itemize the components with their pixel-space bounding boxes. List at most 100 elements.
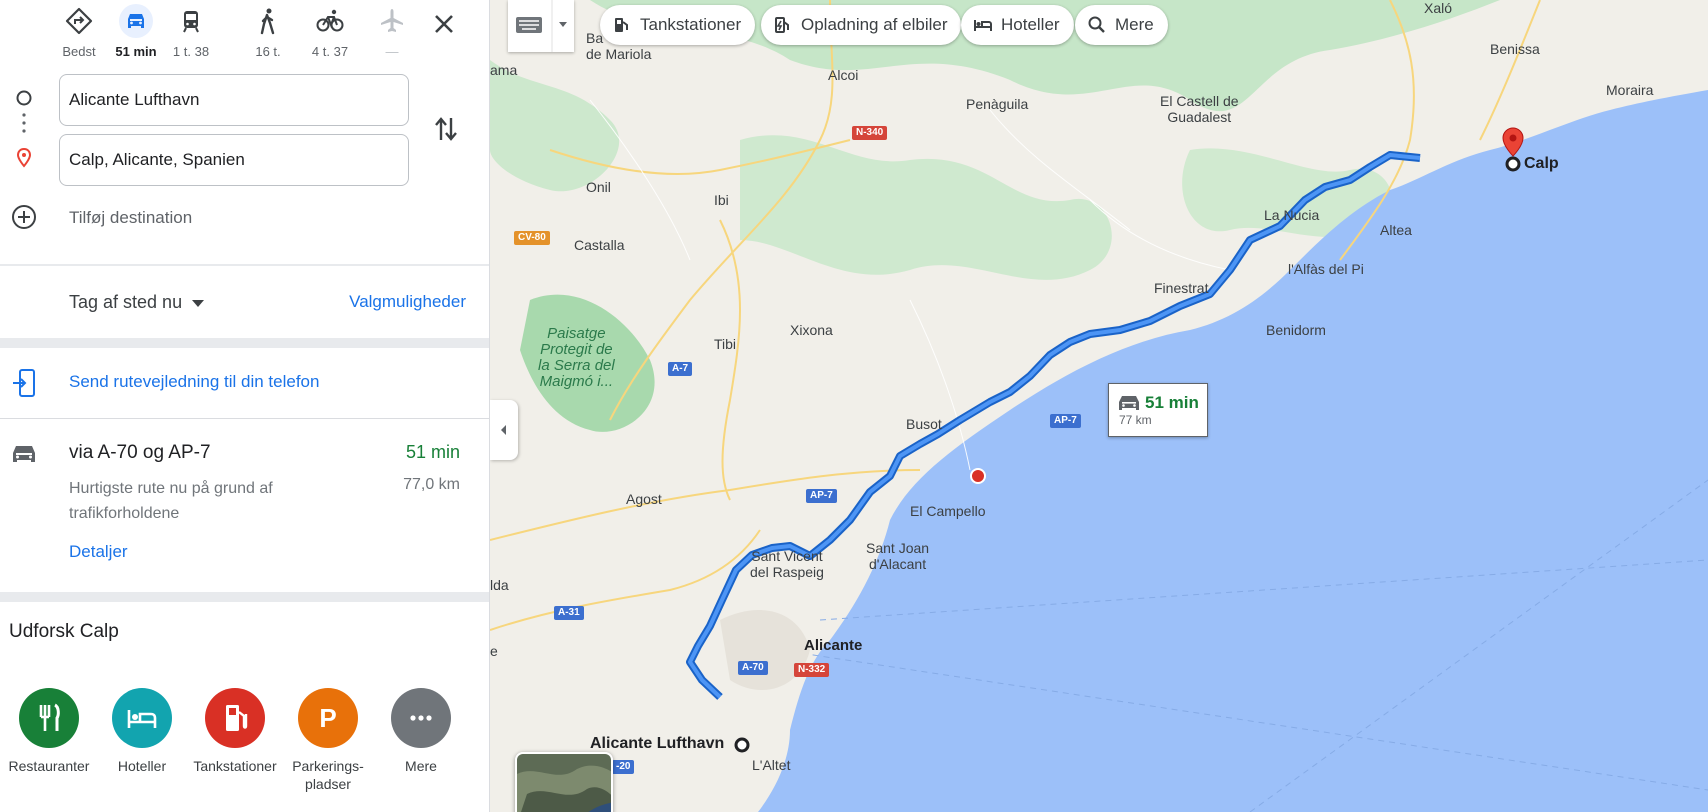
route-dots-icon (12, 110, 36, 136)
hotel-icon (112, 688, 172, 748)
bike-icon (313, 4, 347, 38)
depart-time-dropdown[interactable]: Tag af sted nu (69, 292, 205, 313)
directions-icon (62, 4, 96, 38)
mode-label: 4 t. 37 (311, 44, 349, 59)
map-label-onil: Onil (586, 179, 611, 195)
walk-icon (251, 4, 285, 38)
mode-label: 51 min (115, 44, 157, 59)
map-label-edge-1: ama (490, 62, 518, 78)
explore-restaurants-button[interactable]: Restauranter (3, 688, 95, 775)
close-directions-button[interactable] (428, 8, 460, 40)
add-circle-icon (12, 205, 36, 229)
add-destination-button[interactable]: Tilføj destination (10, 202, 310, 232)
explore-more-button[interactable]: Mere (375, 688, 467, 775)
chevron-left-icon (501, 425, 506, 435)
explore-hotels-button[interactable]: Hoteller (96, 688, 188, 775)
hotel-icon (974, 20, 992, 31)
map-label-sant-vicent: Sant Vicent del Raspeig (750, 548, 824, 580)
maps-app: Bedst 51 min 1 t. 38 16 t. 4 t. 37 — Ali… (0, 0, 1708, 812)
map-label-finestrat: Finestrat (1154, 280, 1209, 296)
map-label-airport: Alicante Lufthavn (590, 735, 725, 752)
map-label-castell: El Castell de Guadalest (1160, 93, 1239, 125)
explore-title: Udforsk Calp (9, 621, 119, 642)
send-to-phone-icon (13, 369, 35, 397)
category-label: Tankstationer (193, 758, 277, 774)
train-icon (174, 4, 208, 38)
send-to-phone-button[interactable]: Send rutevejledning til din telefon (0, 350, 489, 416)
gas-station-icon (615, 18, 628, 32)
map-label-agost: Agost (626, 491, 662, 507)
route-eta-callout[interactable]: 51 min 77 km (1108, 383, 1208, 437)
mode-car[interactable]: 51 min (105, 4, 167, 59)
mode-best[interactable]: Bedst (48, 4, 110, 59)
road-badge-a20: -20 (612, 760, 635, 774)
section-divider (0, 418, 489, 419)
road-badge-cv80: CV-80 (514, 231, 550, 245)
origin-input[interactable]: Alicante Lufthavn (59, 74, 409, 126)
parking-icon: P (298, 688, 358, 748)
mode-transit[interactable]: 1 t. 38 (160, 4, 222, 59)
chip-gas-stations[interactable]: Tankstationer (600, 5, 756, 45)
chip-label: Opladning af elbiler (801, 15, 948, 34)
chip-hotels[interactable]: Hoteller (961, 5, 1074, 45)
mode-label: 16 t. (255, 44, 281, 59)
mode-bike[interactable]: 4 t. 37 (299, 4, 361, 59)
map-canvas[interactable]: Xaló Benissa Moraira Calp Altea La Nucia… (490, 0, 1708, 812)
route-option-card[interactable]: via A-70 og AP-7 51 min Hurtigste rute n… (0, 420, 489, 590)
collapse-panel-button[interactable] (490, 400, 518, 460)
route-options-button[interactable]: Valgmuligheder (349, 292, 466, 312)
mode-walk[interactable]: 16 t. (237, 4, 299, 59)
eta-distance: 77 km (1119, 413, 1152, 427)
add-destination-label: Tilføj destination (69, 208, 193, 227)
keyboard-input-button[interactable] (508, 0, 574, 52)
map-label-ibi: Ibi (714, 192, 729, 208)
mode-flight[interactable]: — (361, 4, 423, 59)
close-icon (435, 15, 453, 33)
destination-input[interactable]: Calp, Alicante, Spanien (59, 134, 409, 186)
mode-label: Bedst (62, 44, 96, 59)
map-label-edge-2: lda (490, 577, 509, 593)
map-label-paisatge: Paisatge Protegit de la Serra del Maigmó… (538, 325, 615, 390)
swap-route-button[interactable] (432, 112, 460, 146)
map-label-la-nucia: La Nucia (1264, 207, 1320, 223)
road-badge-a7: A-7 (668, 362, 693, 376)
chip-more[interactable]: Mere (1075, 5, 1168, 45)
chip-label: Mere (1115, 15, 1154, 34)
map-label-alfas: l'Alfàs del Pi (1288, 261, 1364, 277)
map-label-altet: L'Altet (752, 757, 791, 773)
eta-time: 51 min (1145, 393, 1199, 412)
directions-panel: Bedst 51 min 1 t. 38 16 t. 4 t. 37 — Ali… (0, 0, 490, 812)
mode-label: — (385, 44, 399, 59)
route-details-link[interactable]: Detaljer (69, 542, 128, 562)
search-icon (1088, 16, 1105, 33)
map-label-sant-joan: Sant Joan d'Alacant (866, 540, 930, 572)
route-distance: 77,0 km (403, 476, 460, 493)
category-label: Mere (405, 758, 437, 774)
send-to-phone-label: Send rutevejledning til din telefon (69, 372, 320, 391)
gas-station-icon (205, 688, 265, 748)
travel-mode-bar: Bedst 51 min 1 t. 38 16 t. 4 t. 37 — (0, 0, 489, 60)
road-badge-a70: A-70 (738, 661, 768, 675)
route-via-label: via A-70 og AP-7 (69, 442, 211, 463)
satellite-layer-thumbnail[interactable] (515, 752, 613, 812)
ev-charging-icon (775, 17, 789, 33)
chip-ev-charging[interactable]: Opladning af elbiler (761, 5, 962, 45)
section-divider (0, 592, 489, 602)
road-badge-n340: N-340 (852, 126, 888, 140)
mode-label: 1 t. 38 (172, 44, 210, 59)
road-badge-a31: A-31 (554, 606, 584, 620)
explore-parking-button[interactable]: P Parkerings- pladser (282, 688, 374, 793)
map-label-castalla: Castalla (574, 237, 625, 253)
map-label-tibi: Tibi (714, 336, 737, 352)
category-label: Parkerings- pladser (292, 758, 364, 792)
road-badge-n332: N-332 (794, 663, 830, 677)
map-label-campello: El Campello (910, 503, 986, 519)
map-background (490, 0, 1708, 812)
section-divider (0, 338, 489, 348)
category-label: Hoteller (117, 758, 167, 774)
more-icon (391, 688, 451, 748)
satellite-preview-image (517, 754, 611, 812)
explore-gas-stations-button[interactable]: Tankstationer (189, 688, 281, 775)
car-icon (13, 446, 35, 462)
car-icon (1119, 396, 1139, 410)
